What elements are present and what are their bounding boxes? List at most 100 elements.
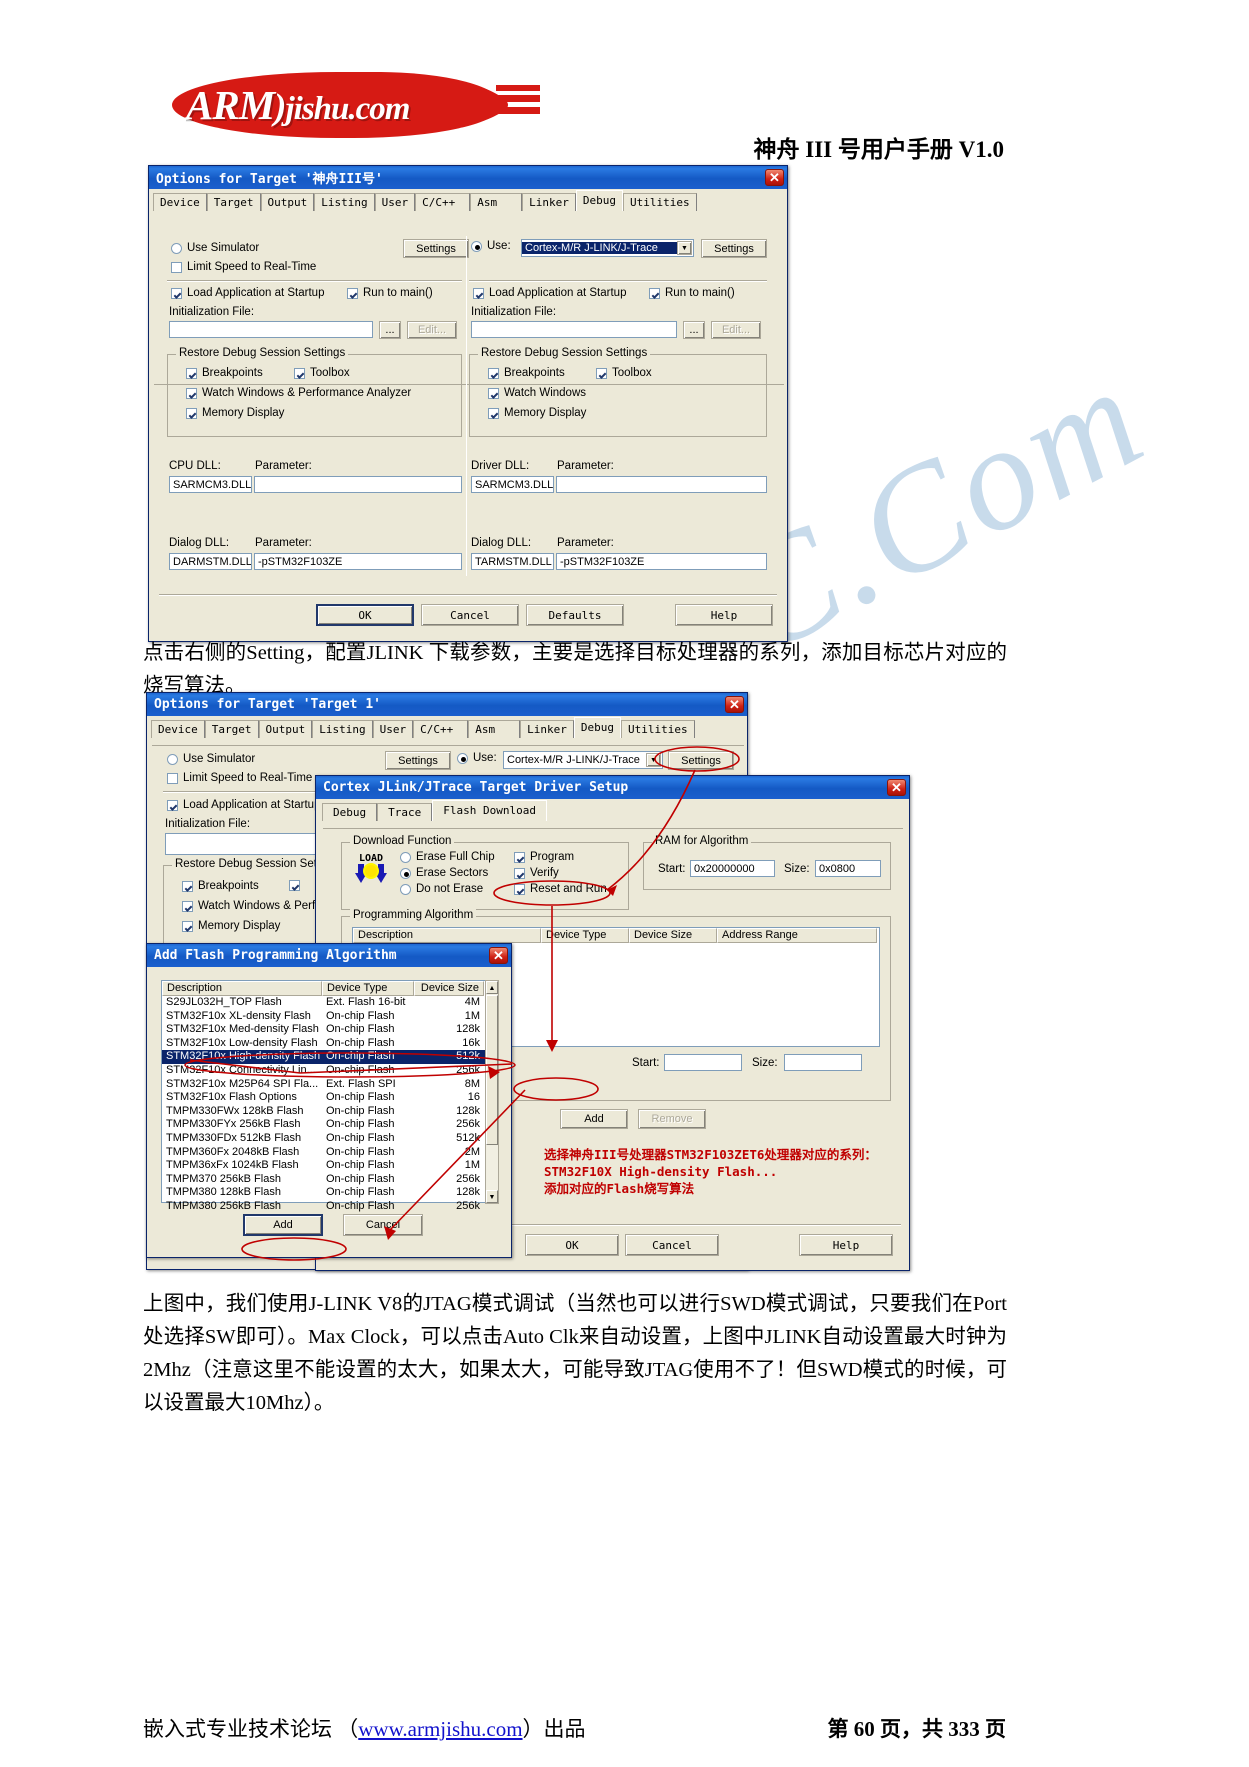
driver-setup-cancel-button[interactable]: Cancel [625,1234,719,1256]
dialog2-memory-display-checkbox[interactable]: Memory Display [182,920,280,932]
erase-full-chip-radio[interactable]: Erase Full Chip [400,851,495,863]
left-dialog-param-input[interactable]: -pSTM32F103ZE [254,553,462,570]
table-row[interactable]: TMPM380 256kB Flash On-chip Flash 256k [162,1200,498,1214]
cpu-dll-input[interactable]: SARMCM3.DLL [169,476,252,493]
dialog2-use-driver-radio[interactable]: Use: [457,752,497,764]
tab-utilities[interactable]: Utilities [620,720,695,738]
use-simulator-radio[interactable]: Use Simulator [171,242,259,254]
checkbox-icon[interactable] [186,367,197,379]
left-watch-windows-checkbox[interactable]: Watch Windows & Performance Analyzer [186,387,411,399]
right-browse-button[interactable]: ... [683,321,705,339]
checkbox-icon[interactable] [182,920,193,932]
algo-start-input[interactable] [664,1054,742,1071]
dialog2-left-settings-button[interactable]: Settings [385,751,451,770]
checkbox-icon[interactable] [171,287,182,299]
table-row[interactable]: STM32F10x XL-density Flash On-chip Flash 1… [162,1010,498,1024]
dialog1-tabstrip[interactable]: Device Target Output Listing User C/C++ … [153,190,787,211]
table-row[interactable]: TMPM36xFx 1024kB Flash On-chip Flash 1M [162,1159,498,1173]
dialog2-load-app-checkbox[interactable]: Load Application at Startup [167,799,320,811]
radio-icon[interactable] [167,753,178,765]
checkbox-icon[interactable] [514,867,525,879]
checkbox-icon[interactable] [182,880,193,892]
checkbox-icon[interactable] [294,367,305,379]
col-device-type[interactable]: Device Type [541,928,629,943]
tab-user[interactable]: User [374,193,416,211]
tab-listing[interactable]: Listing [314,193,375,211]
add-flash-programming-algorithm-dialog[interactable]: Add Flash Programming Algorithm ✕ Descri… [146,943,512,1258]
tab-flash-download[interactable]: Flash Download [432,800,547,821]
checkbox-icon[interactable] [473,287,484,299]
tab-cpp[interactable]: C/C++ [415,193,471,211]
table-row[interactable]: STM32F10x Low-density Flash On-chip Flash… [162,1037,498,1051]
right-dialog-dll-input[interactable]: TARMSTM.DLL [471,553,554,570]
add-flash-titlebar[interactable]: Add Flash Programming Algorithm ✕ [147,944,511,967]
table-row[interactable]: TMPM380 128kB Flash On-chip Flash 128k [162,1186,498,1200]
tab-output[interactable]: Output [258,720,313,738]
driver-setup-help-button[interactable]: Help [799,1234,893,1256]
program-checkbox[interactable]: Program [514,851,574,863]
checkbox-icon[interactable] [488,407,499,419]
scroll-up-icon[interactable]: ▲ [486,981,498,994]
tab-user[interactable]: User [372,720,414,738]
checkbox-icon[interactable] [186,387,197,399]
cpu-param-input[interactable] [254,476,462,493]
tab-output[interactable]: Output [260,193,315,211]
algo-add-button[interactable]: Add [560,1109,628,1129]
table-row[interactable]: STM32F10x High-density Flash On-chip Flas… [162,1050,498,1064]
driver-setup-titlebar[interactable]: Cortex JLink/JTrace Target Driver Setup … [316,776,909,799]
table-row[interactable]: STM32F10x Flash Options On-chip Flash 16 [162,1091,498,1105]
flash-algorithm-listview[interactable]: Description Device Type Device Size S29J… [161,980,499,1212]
dialog1-titlebar[interactable]: Options for Target '神舟III号' ✕ [149,166,787,189]
checkbox-icon[interactable] [171,261,182,273]
tab-debug[interactable]: Debug [573,717,621,738]
right-dialog-param-input[interactable]: -pSTM32F103ZE [556,553,767,570]
tab-cpp[interactable]: C/C++ [413,720,469,738]
radio-icon[interactable] [171,242,182,254]
checkbox-icon[interactable] [488,367,499,379]
driver-dll-input[interactable]: SARMCM3.DLL [471,476,554,493]
verify-checkbox[interactable]: Verify [514,867,559,879]
add-flash-cancel-button[interactable]: Cancel [343,1214,423,1236]
algo-remove-button[interactable]: Remove [638,1109,706,1129]
checkbox-icon[interactable] [488,387,499,399]
tab-target[interactable]: Target [206,193,261,211]
dialog2-driver-combobox[interactable]: Cortex-M/R J-LINK/J-Trace ▼ [503,751,663,769]
left-edit-button[interactable]: Edit... [407,321,457,339]
tab-listing[interactable]: Listing [312,720,373,738]
radio-icon[interactable] [400,867,411,879]
close-icon[interactable]: ✕ [725,696,744,713]
chevron-down-icon[interactable]: ▼ [677,241,692,255]
algo-size-input[interactable] [784,1054,862,1071]
left-browse-button[interactable]: ... [379,321,401,339]
checkbox-icon[interactable] [186,407,197,419]
table-row[interactable]: TMPM360Fx 2048kB Flash On-chip Flash 2M [162,1146,498,1160]
help-button[interactable]: Help [675,604,773,626]
table-row[interactable]: STM32F10x Connectivity Lin... On-chip Fla… [162,1064,498,1078]
right-settings-button[interactable]: Settings [701,239,767,258]
col-device-type[interactable]: Device Type [322,981,414,996]
checkbox-icon[interactable] [182,900,193,912]
dialog2-right-settings-button[interactable]: Settings [668,751,734,770]
checkbox-icon[interactable] [167,799,178,811]
checkbox-icon[interactable] [514,851,525,863]
col-device-size[interactable]: Device Size [414,981,484,996]
left-load-app-checkbox[interactable]: Load Application at Startup [171,287,324,299]
tab-device[interactable]: Device [153,193,207,211]
left-dialog-dll-input[interactable]: DARMSTM.DLL [169,553,252,570]
col-description[interactable]: Description [353,928,541,943]
dialog2-watch-windows-checkbox[interactable]: Watch Windows & Perfo [182,900,322,912]
left-memory-display-checkbox[interactable]: Memory Display [186,407,284,419]
checkbox-icon[interactable] [596,367,607,379]
flash-list-scrollbar[interactable]: ▲ ▼ [485,980,499,1204]
tab-utilities[interactable]: Utilities [622,193,697,211]
driver-combobox[interactable]: Cortex-M/R J-LINK/J-Trace ▼ [521,239,694,257]
scroll-down-icon[interactable]: ▼ [486,1190,498,1203]
close-icon[interactable]: ✕ [765,169,784,186]
use-driver-radio[interactable]: Use: [471,240,511,252]
right-toolbox-checkbox[interactable]: Toolbox [596,367,652,379]
flash-algorithm-rows[interactable]: S29JL032H_TOP Flash Ext. Flash 16-bit 4M ST… [162,996,498,1214]
ram-start-input[interactable]: 0x20000000 [690,860,775,877]
driver-setup-tabstrip[interactable]: Debug Trace Flash Download [322,800,909,821]
tab-target[interactable]: Target [204,720,259,738]
do-not-erase-radio[interactable]: Do not Erase [400,883,483,895]
